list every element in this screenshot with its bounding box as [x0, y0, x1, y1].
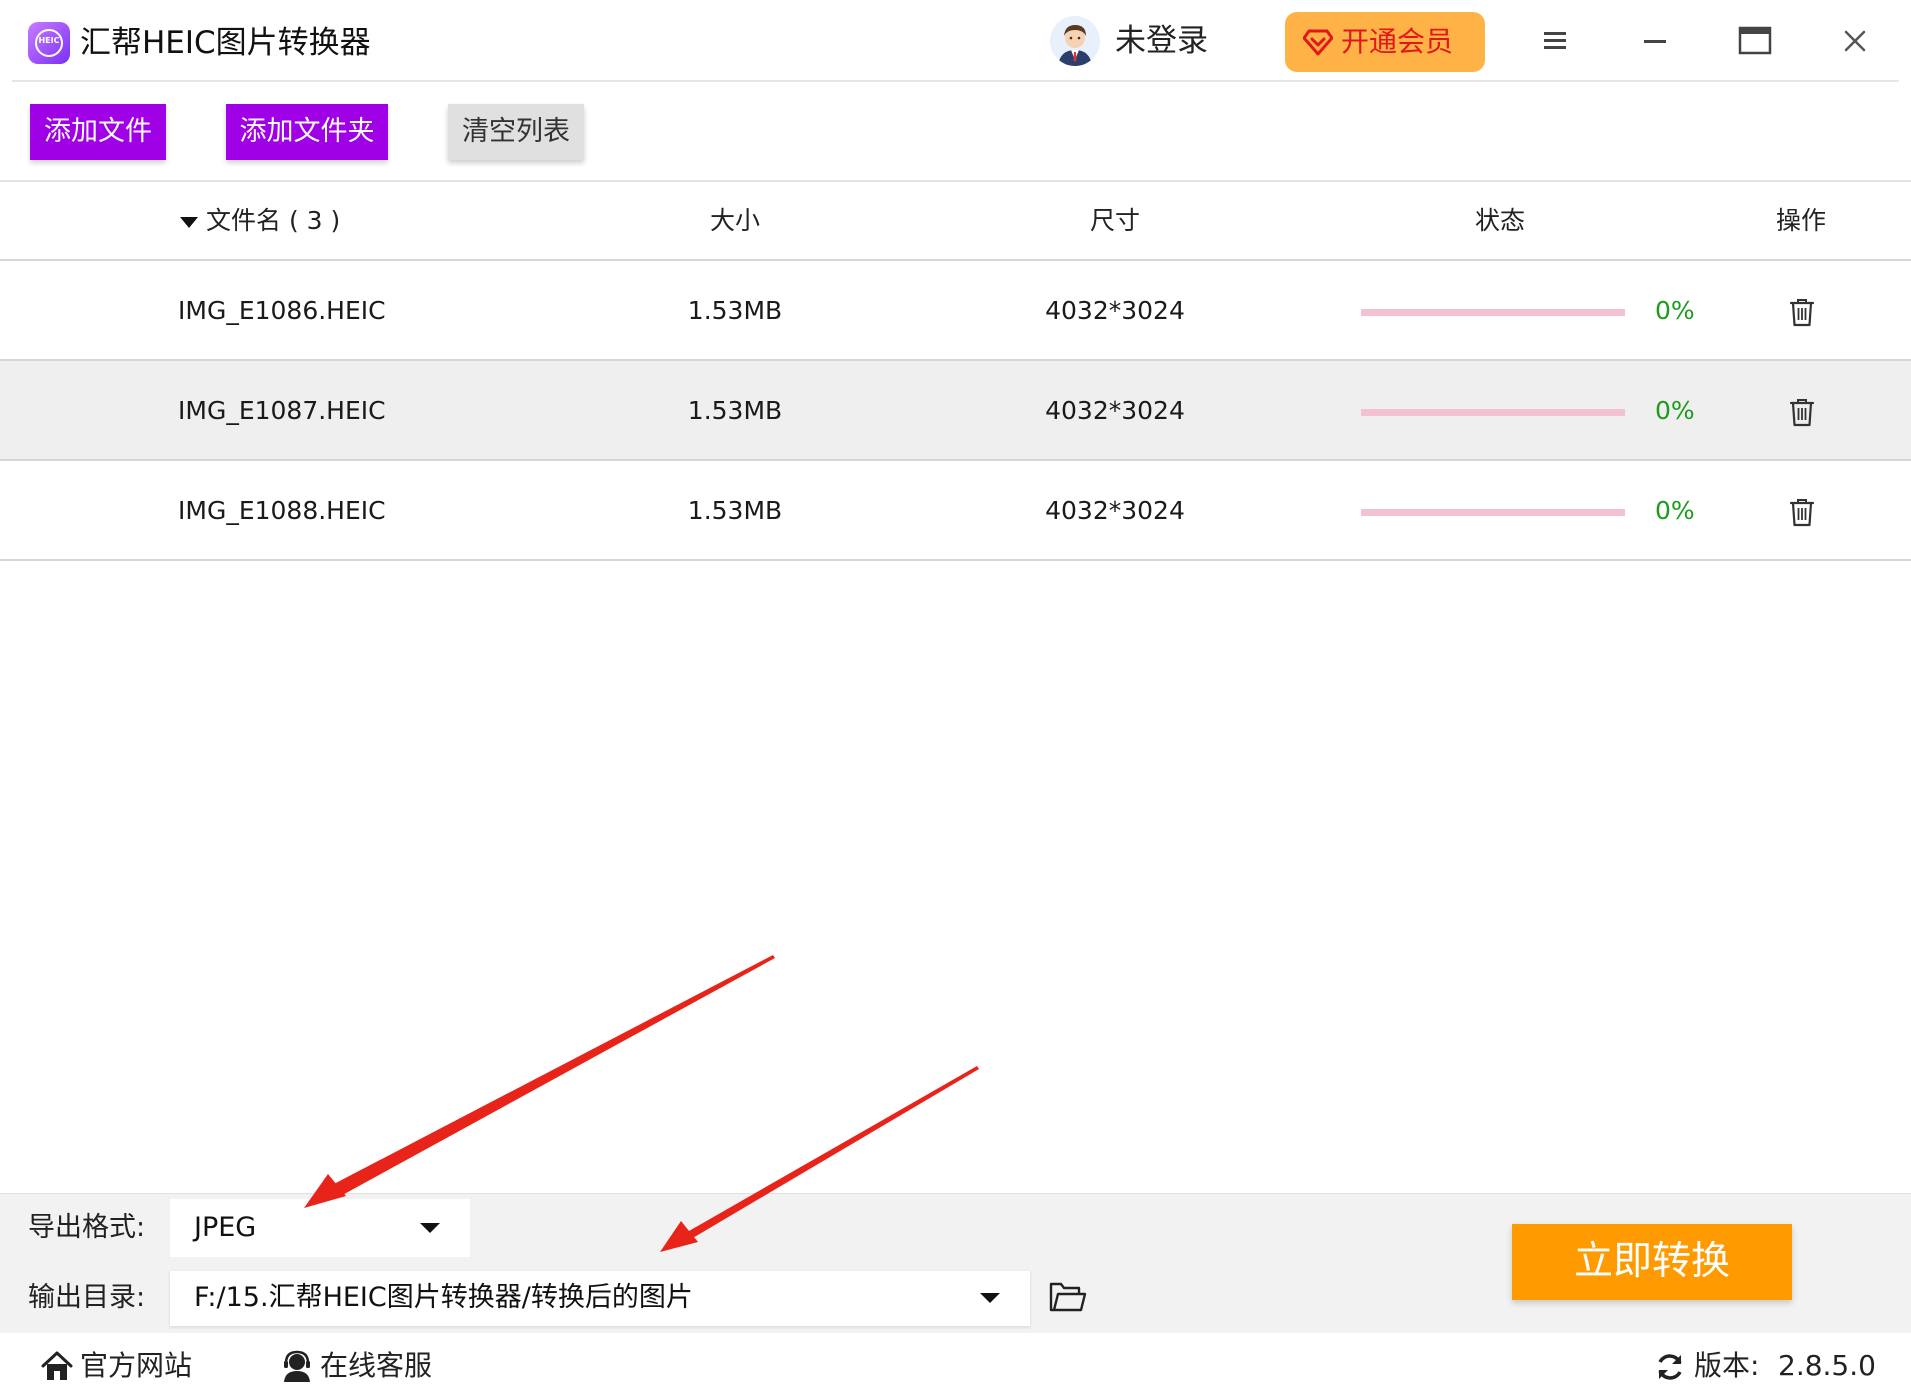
- close-icon: [1844, 30, 1866, 52]
- table-header: 文件名 ( 3 ) 大小 尺寸 状态 操作: [0, 182, 1911, 260]
- file-name: IMG_E1087.HEIC: [178, 396, 386, 425]
- hamburger-menu-icon: [1544, 32, 1566, 49]
- add-file-button[interactable]: 添加文件: [30, 104, 166, 160]
- convert-button[interactable]: 立即转换: [1512, 1224, 1792, 1300]
- maximize-icon: [1738, 26, 1772, 55]
- customer-service-icon: [284, 1350, 310, 1382]
- title-divider: [12, 80, 1899, 82]
- export-format-value: JPEG: [194, 1212, 257, 1243]
- export-format-select[interactable]: JPEG: [170, 1199, 470, 1257]
- open-folder-icon[interactable]: [1048, 1279, 1088, 1315]
- vip-button-label: 开通会员: [1341, 25, 1454, 58]
- minimize-button[interactable]: [1632, 18, 1678, 64]
- title-bar: HEIC 汇帮HEIC图片转换器 未登录 开通会员: [0, 0, 1911, 82]
- progress-bar: [1361, 509, 1625, 516]
- version-number: 2.8.5.0: [1778, 1349, 1876, 1382]
- version-label: 版本:: [1694, 1349, 1760, 1382]
- column-header-dimension: 尺寸: [1089, 206, 1140, 235]
- avatar[interactable]: [1050, 16, 1100, 66]
- app-logo-text: HEIC: [38, 36, 60, 45]
- column-header-name[interactable]: 文件名 ( 3 ): [180, 182, 340, 260]
- column-header-status: 状态: [1474, 206, 1525, 235]
- minimize-icon: [1644, 40, 1666, 43]
- output-dir-value: F:/15.汇帮HEIC图片转换器/转换后的图片: [194, 1282, 693, 1313]
- trash-icon[interactable]: [1788, 397, 1816, 427]
- progress-bar: [1361, 309, 1625, 316]
- column-header-size: 大小: [709, 206, 760, 235]
- file-size: 1.53MB: [687, 396, 783, 425]
- column-header-operation: 操作: [1775, 206, 1826, 235]
- app-title: 汇帮HEIC图片转换器: [80, 25, 371, 61]
- table-row[interactable]: IMG_E1087.HEIC 1.53MB 4032*3024 0%: [0, 361, 1911, 461]
- table-row[interactable]: IMG_E1088.HEIC 1.53MB 4032*3024 0%: [0, 461, 1911, 561]
- file-name: IMG_E1088.HEIC: [178, 496, 386, 525]
- export-format-label: 导出格式:: [28, 1212, 146, 1243]
- trash-icon[interactable]: [1788, 497, 1816, 527]
- maximize-button[interactable]: [1732, 18, 1778, 64]
- progress-percent: 0%: [1655, 396, 1695, 425]
- file-dimension: 4032*3024: [1045, 396, 1185, 425]
- table-row[interactable]: IMG_E1086.HEIC 1.53MB 4032*3024 0%: [0, 261, 1911, 361]
- file-dimension: 4032*3024: [1045, 496, 1185, 525]
- login-status[interactable]: 未登录: [1115, 20, 1208, 62]
- chevron-down-icon: [420, 1223, 440, 1233]
- file-dimension: 4032*3024: [1045, 296, 1185, 325]
- progress-percent: 0%: [1655, 496, 1695, 525]
- column-header-name-label: 文件名 ( 3 ): [206, 206, 341, 235]
- add-folder-button[interactable]: 添加文件夹: [226, 104, 388, 160]
- file-size: 1.53MB: [687, 496, 783, 525]
- progress-percent: 0%: [1655, 296, 1695, 325]
- diamond-icon: [1303, 29, 1333, 56]
- online-support-label: 在线客服: [320, 1349, 433, 1382]
- chevron-down-icon: [980, 1293, 1000, 1303]
- annotation-arrow-format: [310, 955, 775, 1205]
- file-name: IMG_E1086.HEIC: [178, 296, 386, 325]
- app-logo: HEIC: [28, 22, 70, 64]
- clear-list-button[interactable]: 清空列表: [448, 104, 584, 160]
- sort-down-icon: [180, 216, 198, 228]
- home-icon: [41, 1351, 73, 1380]
- output-dir-label: 输出目录:: [28, 1282, 146, 1313]
- close-button[interactable]: [1832, 18, 1878, 64]
- progress-bar: [1361, 409, 1625, 416]
- official-website-label: 官方网站: [80, 1349, 193, 1382]
- refresh-icon: [1658, 1354, 1682, 1380]
- vip-button[interactable]: 开通会员: [1285, 12, 1485, 72]
- trash-icon[interactable]: [1788, 297, 1816, 327]
- user-avatar-icon: [1050, 16, 1100, 66]
- menu-button[interactable]: [1532, 18, 1578, 64]
- output-dir-select[interactable]: F:/15.汇帮HEIC图片转换器/转换后的图片: [170, 1271, 1030, 1326]
- file-size: 1.53MB: [687, 296, 783, 325]
